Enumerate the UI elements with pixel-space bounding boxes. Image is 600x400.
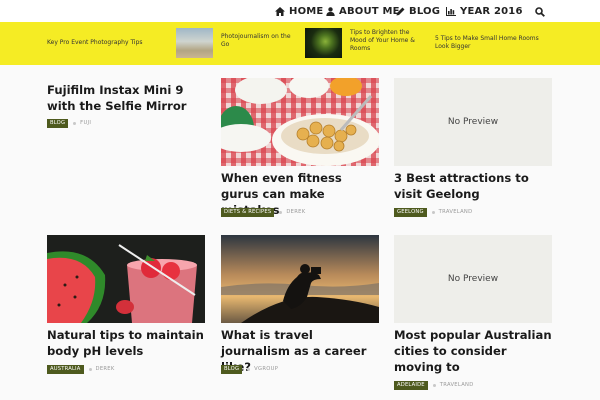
nav-year-2016[interactable]: YEAR 2016	[446, 4, 523, 18]
post-title[interactable]: Fujifilm Instax Mini 9 with the Selfie M…	[47, 82, 205, 114]
post-author[interactable]: DEREK	[96, 366, 115, 372]
category-badge[interactable]: ADELAIDE	[394, 380, 428, 390]
category-badge[interactable]: BLOG	[221, 364, 243, 374]
meta-dot	[279, 210, 283, 214]
nav-blog[interactable]: BLOG	[396, 4, 440, 18]
nav-about-label: ABOUT ME	[339, 5, 400, 17]
post-title[interactable]: Natural tips to maintain body pH levels	[47, 327, 205, 359]
nav-about-me[interactable]: ABOUT ME	[326, 4, 400, 18]
post-title[interactable]: 3 Best attractions to visit Geelong	[394, 170, 552, 202]
meta-dot	[432, 383, 436, 387]
post-meta: ADELAIDE TRAVELAND	[394, 380, 474, 390]
featured-link-small-rooms[interactable]: 5 Tips to Make Small Home Rooms Look Big…	[435, 35, 550, 51]
user-icon	[326, 6, 335, 16]
post-title[interactable]: Most popular Australian cities to consid…	[394, 327, 552, 375]
post-image-photographer-silhouette[interactable]	[221, 235, 379, 323]
pencil-icon	[396, 7, 405, 15]
category-badge[interactable]: DIETS & RECIPES	[221, 207, 275, 217]
home-icon	[275, 6, 285, 16]
post-author[interactable]: DEREK	[286, 209, 305, 215]
featured-link-photojournalism[interactable]: Photojournalism on the Go	[221, 33, 296, 49]
meta-dot	[73, 121, 77, 125]
category-badge[interactable]: AUSTRALIA	[47, 364, 84, 374]
no-preview-label: No Preview	[447, 274, 499, 284]
category-badge[interactable]: BLOG	[47, 118, 69, 128]
featured-strip: Key Pro Event Photography Tips Photojour…	[0, 22, 600, 65]
post-meta: BLOG VGROUP	[221, 364, 278, 374]
post-author[interactable]: VGROUP	[254, 366, 278, 372]
post-meta: DIETS & RECIPES DEREK	[221, 207, 305, 217]
featured-thumbnail-brighten-home[interactable]	[305, 28, 342, 58]
nav-year-label: YEAR 2016	[460, 5, 523, 17]
meta-dot	[431, 210, 435, 214]
meta-dot	[247, 367, 251, 371]
featured-link-event-photography[interactable]: Key Pro Event Photography Tips	[47, 39, 167, 47]
no-preview-label: No Preview	[447, 117, 499, 127]
post-meta: AUSTRALIA DEREK	[47, 364, 115, 374]
top-nav: HOME ABOUT ME BLOG YEAR 2016	[0, 0, 600, 22]
post-image-placeholder[interactable]: No Preview	[394, 235, 552, 323]
category-badge[interactable]: GEELONG	[394, 207, 427, 217]
post-meta: GEELONG TRAVELAND	[394, 207, 472, 217]
post-author[interactable]: FUJI	[80, 120, 91, 126]
search-icon	[535, 7, 545, 17]
nav-blog-label: BLOG	[409, 5, 441, 17]
nav-home[interactable]: HOME	[275, 4, 323, 18]
post-image-placeholder[interactable]: No Preview	[394, 78, 552, 166]
post-meta: BLOG FUJI	[47, 118, 91, 128]
search-button[interactable]	[535, 5, 549, 19]
post-image-breakfast[interactable]	[221, 78, 379, 166]
featured-link-brighten-home[interactable]: Tips to Brighten the Mood of Your Home &…	[350, 29, 422, 53]
featured-thumbnail-photojournalism[interactable]	[176, 28, 213, 58]
nav-home-label: HOME	[289, 5, 324, 17]
post-author[interactable]: TRAVELAND	[440, 382, 474, 388]
bar-chart-icon	[446, 6, 456, 16]
post-image-watermelon-drink[interactable]	[47, 235, 205, 323]
meta-dot	[88, 367, 92, 371]
post-author[interactable]: TRAVELAND	[439, 209, 473, 215]
